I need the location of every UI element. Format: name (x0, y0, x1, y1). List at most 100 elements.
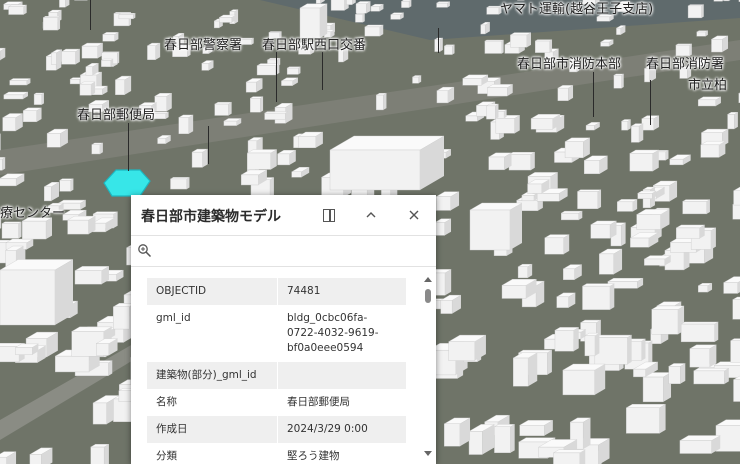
zoom-to-button[interactable] (137, 243, 153, 259)
building-side (528, 352, 538, 387)
map-label-shiritsu[interactable]: 市立柏 (688, 74, 727, 93)
building-side (188, 114, 194, 134)
attribute-table: OBJECTID 74481 gml_id bldg_0cbc06fa-0722-40… (147, 278, 406, 464)
building-side (659, 404, 666, 434)
chevron-up-icon (366, 212, 376, 218)
map-label-medical[interactable]: 療センター (0, 202, 65, 221)
building-front (727, 114, 735, 130)
building-front (115, 79, 125, 96)
building-roof (7, 4, 28, 7)
attribute-key: 建築物(部分)_gml_id (147, 362, 278, 389)
building-roof (607, 278, 644, 282)
building-side (298, 66, 301, 75)
map-label-fire-hq[interactable]: 春日部市消防本部 (517, 53, 621, 72)
building-front (723, 0, 730, 2)
building-front (697, 99, 717, 107)
building-front (74, 270, 102, 285)
building-front (376, 94, 384, 111)
building-front (2, 117, 16, 132)
building-front (286, 67, 299, 75)
label-leader-line (276, 52, 277, 102)
building-front (92, 402, 107, 425)
building-front (440, 300, 453, 314)
building-side (186, 177, 190, 190)
building-front (213, 20, 220, 29)
building-roof (625, 404, 667, 408)
building-side (75, 49, 80, 65)
building-side (665, 150, 669, 161)
attribute-row: 名称 春日部郵便局 (147, 389, 406, 416)
building-side (270, 149, 277, 170)
building-front (626, 407, 660, 434)
attribute-value: 堅ろう建物 (277, 443, 406, 464)
building-side (440, 38, 443, 52)
popup-scrollbar[interactable] (423, 277, 433, 459)
building-front (599, 253, 614, 275)
building-front (178, 117, 189, 134)
building-front (436, 2, 448, 8)
building-roof (576, 189, 602, 192)
building-front (544, 237, 564, 255)
building-front (315, 0, 321, 4)
building-front (191, 151, 203, 168)
building-front (687, 5, 702, 19)
building-side (621, 222, 626, 246)
large-building-side (510, 203, 522, 250)
building-side (514, 115, 520, 134)
large-building-side (55, 259, 73, 325)
building-roof (169, 177, 191, 180)
map-label-station-west[interactable]: 春日部駅西口交番 (262, 34, 366, 53)
building-front (43, 17, 59, 31)
map-label-yamato[interactable]: ヤマト運輸(越谷王子支店) (500, 0, 653, 17)
building-front (480, 24, 486, 35)
building-front (561, 212, 580, 221)
scroll-up-arrow[interactable] (424, 277, 432, 282)
popup-title: 春日部市建築物モデル (141, 209, 281, 225)
scroll-thumb[interactable] (425, 289, 431, 303)
building-front (434, 222, 445, 236)
building-front (676, 227, 700, 239)
building-front (346, 0, 353, 5)
map-label-police[interactable]: 春日部警察署 (164, 34, 242, 53)
building-front (113, 306, 130, 330)
building-front (633, 368, 646, 378)
building-front (733, 190, 740, 206)
building-front (436, 196, 451, 211)
building-front (67, 219, 89, 235)
building-side (70, 178, 74, 192)
building-front (527, 183, 542, 194)
collapse-button[interactable] (361, 205, 381, 225)
building-front (554, 330, 574, 352)
building-side (734, 112, 738, 129)
building-front (711, 39, 723, 53)
building-side (641, 338, 646, 361)
building-side (709, 344, 717, 368)
building-front (629, 153, 654, 172)
building-front (59, 0, 66, 8)
building-roof (508, 152, 536, 155)
dock-panel-button[interactable] (319, 205, 339, 225)
feature-popup[interactable]: 春日部市建築物モデル OBJECTID 74481 gml_id bldg_0cbc0… (131, 195, 436, 464)
scroll-down-arrow[interactable] (424, 451, 432, 456)
building-front (201, 63, 209, 71)
building-front (517, 266, 528, 279)
map-label-fire-station[interactable]: 春日部消防署 (646, 53, 724, 72)
building-roof (692, 368, 730, 372)
building-side (583, 417, 591, 450)
zoom-to-icon (138, 244, 152, 258)
building-front (0, 178, 17, 187)
building-front (487, 87, 508, 97)
tower-building-side (320, 3, 328, 39)
attribute-panel[interactable]: OBJECTID 74481 gml_id bldg_0cbc06fa-0722-40… (131, 267, 436, 464)
building-roof (263, 111, 289, 114)
building-front (85, 66, 93, 76)
building-front (636, 214, 661, 230)
map-label-post-office[interactable]: 春日部郵便局 (77, 104, 155, 123)
attribute-key: 名称 (147, 389, 278, 416)
building-front (617, 201, 634, 212)
close-button[interactable] (404, 205, 424, 225)
building-side (495, 104, 499, 120)
building-front (9, 80, 28, 86)
building-front (584, 335, 596, 357)
attribute-key: gml_id (147, 305, 278, 362)
